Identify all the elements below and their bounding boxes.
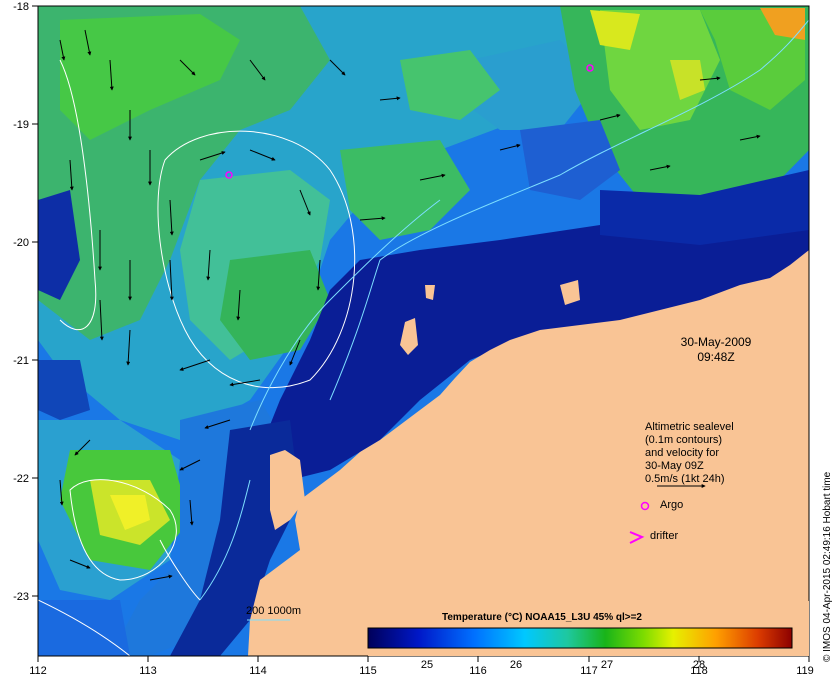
colorbar bbox=[367, 627, 793, 649]
colorbar-title: Temperature (°C) NOAA15_L3U 45% ql>=2 bbox=[442, 612, 642, 623]
drifter-label: drifter bbox=[650, 530, 678, 542]
date-label: 30-May-2009 bbox=[681, 335, 752, 349]
credit-text: © IMOS 04-Apr-2015 02:49:16 Hobart time bbox=[822, 471, 833, 662]
colorbar-tick-label: 25 bbox=[421, 659, 433, 671]
y-tick-label: -19 bbox=[13, 119, 29, 131]
y-axis-labels: -18 -19 -20 -21 -22 -23 bbox=[13, 1, 29, 603]
colorbar-tick-label: 26 bbox=[510, 659, 522, 671]
x-tick-label: 112 bbox=[29, 665, 47, 677]
sst-map: 112 113 114 115 116 117 118 119 -18 -19 … bbox=[13, 1, 833, 677]
isobath-label: 200 1000m bbox=[246, 605, 301, 617]
y-tick-label: -18 bbox=[13, 1, 29, 13]
argo-label: Argo bbox=[660, 499, 683, 511]
colorbar-tick-label: 27 bbox=[601, 659, 613, 671]
x-tick-label: 115 bbox=[359, 665, 377, 677]
y-tick-label: -22 bbox=[13, 473, 29, 485]
legend-line: Altimetric sealevel bbox=[645, 421, 734, 433]
x-tick-label: 116 bbox=[469, 665, 487, 677]
time-label: 09:48Z bbox=[697, 350, 734, 364]
legend-line: 0.5m/s (1kt 24h) bbox=[645, 473, 724, 485]
x-tick-label: 117 bbox=[580, 665, 598, 677]
y-tick-label: -21 bbox=[13, 355, 29, 367]
legend-line: 30-May 09Z bbox=[645, 460, 704, 472]
y-tick-label: -23 bbox=[13, 591, 29, 603]
legend-line: and velocity for bbox=[645, 447, 719, 459]
x-tick-label: 119 bbox=[796, 665, 814, 677]
y-tick-label: -20 bbox=[13, 237, 29, 249]
x-tick-label: 113 bbox=[139, 665, 157, 677]
x-tick-label: 114 bbox=[249, 665, 267, 677]
legend-line: (0.1m contours) bbox=[645, 434, 722, 446]
colorbar-tick-label: 28 bbox=[693, 659, 705, 671]
